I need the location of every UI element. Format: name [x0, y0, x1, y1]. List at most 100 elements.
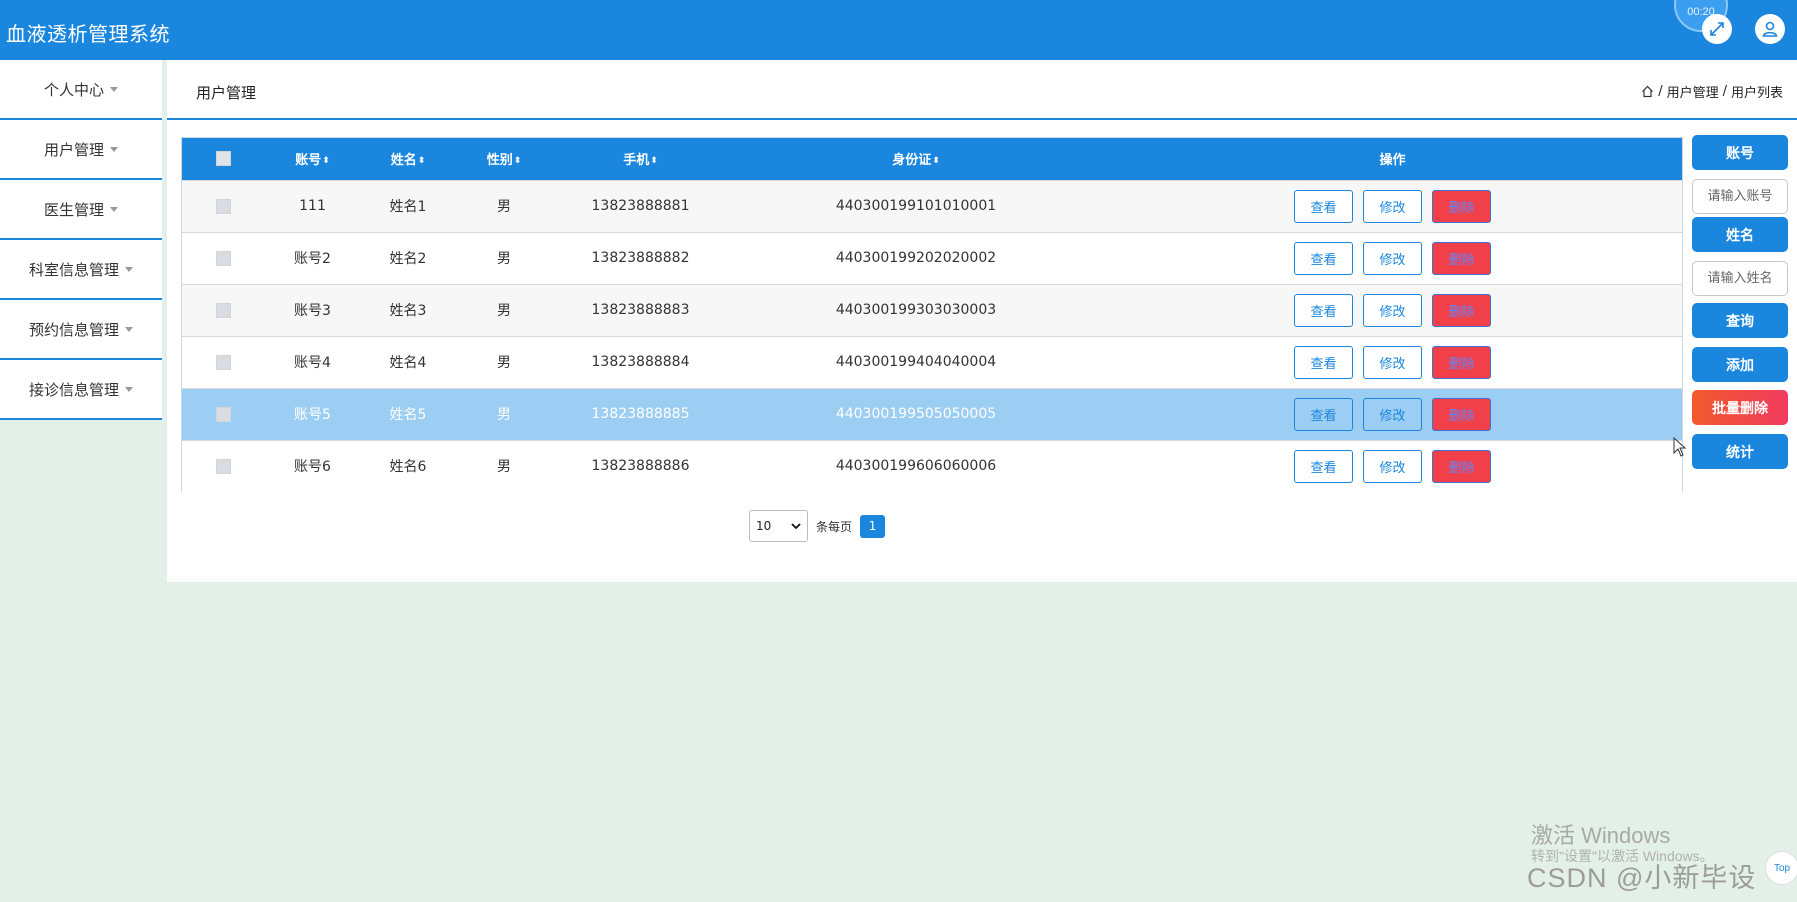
fullscreen-button[interactable] [1702, 14, 1732, 44]
edit-button[interactable]: 修改 [1363, 345, 1422, 379]
breadcrumb-separator: / [1722, 84, 1727, 99]
cell-phone: 13823888882 [591, 250, 690, 266]
delete-button[interactable]: 删除 [1432, 293, 1491, 327]
view-button[interactable]: 查看 [1294, 241, 1353, 275]
page-size-select[interactable]: 10 [749, 510, 808, 542]
view-button[interactable]: 查看 [1294, 293, 1353, 327]
cell-name: 姓名4 [389, 355, 427, 371]
table-row[interactable]: 账号4 姓名4 男 13823888884 440300199404040004… [182, 336, 1682, 388]
view-button[interactable]: 查看 [1294, 449, 1353, 483]
user-icon [1762, 21, 1778, 37]
page-header: 用户管理 / 用户管理 / 用户列表 [167, 60, 1797, 120]
sidebar-item-label: 预约信息管理 [28, 320, 119, 339]
batch-delete-button[interactable]: 批量删除 [1692, 390, 1788, 425]
edit-button[interactable]: 修改 [1363, 293, 1422, 327]
edit-button[interactable]: 修改 [1363, 189, 1422, 223]
query-button[interactable]: 查询 [1692, 303, 1788, 338]
sort-icon[interactable]: ⬍ [932, 156, 940, 166]
cell-account: 账号3 [294, 303, 331, 319]
page-title: 用户管理 [196, 84, 257, 102]
cell-phone: 13823888883 [591, 302, 690, 318]
sidebar-item-label: 医生管理 [43, 200, 104, 219]
delete-button[interactable]: 删除 [1432, 241, 1491, 275]
cell-phone: 13823888881 [591, 198, 690, 214]
delete-button[interactable]: 删除 [1432, 189, 1491, 223]
sidebar-item-label: 个人中心 [43, 80, 104, 99]
name-search-input[interactable] [1692, 261, 1788, 296]
breadcrumb-item: 用户列表 [1730, 86, 1783, 101]
edit-button[interactable]: 修改 [1363, 397, 1422, 431]
edit-button[interactable]: 修改 [1363, 241, 1422, 275]
sort-icon[interactable]: ⬍ [650, 156, 658, 166]
sidebar-item-reception-management[interactable]: 接诊信息管理 [0, 360, 162, 420]
column-header-id-card[interactable]: 身份证⬍ [729, 138, 1103, 180]
cell-id-card: 440300199101010001 [835, 198, 997, 214]
row-checkbox[interactable] [216, 250, 231, 266]
cell-id-card: 440300199505050005 [835, 406, 997, 422]
sidebar-item-personal-center[interactable]: 个人中心 [0, 60, 162, 120]
user-avatar-button[interactable] [1755, 14, 1785, 44]
cell-gender: 男 [497, 407, 511, 423]
row-checkbox[interactable] [216, 302, 231, 318]
sort-icon[interactable]: ⬍ [322, 156, 330, 166]
cell-name: 姓名2 [389, 251, 427, 267]
column-header-gender[interactable]: 性别⬍ [456, 138, 552, 180]
cell-account: 账号2 [294, 251, 331, 267]
name-label-button[interactable]: 姓名 [1692, 217, 1788, 252]
sort-icon[interactable]: ⬍ [514, 156, 522, 166]
column-header-actions: 操作 [1379, 153, 1406, 169]
page-number-button[interactable]: 1 [860, 514, 886, 538]
row-checkbox[interactable] [216, 198, 231, 214]
column-header-name[interactable]: 姓名⬍ [360, 138, 456, 180]
cell-gender: 男 [497, 251, 511, 267]
view-button[interactable]: 查看 [1294, 345, 1353, 379]
table-row[interactable]: 账号5 姓名5 男 13823888885 440300199505050005… [182, 388, 1682, 440]
edit-button[interactable]: 修改 [1363, 449, 1422, 483]
delete-button[interactable]: 删除 [1432, 397, 1491, 431]
sidebar-item-doctor-management[interactable]: 医生管理 [0, 180, 162, 240]
statistics-button[interactable]: 统计 [1692, 434, 1788, 469]
sidebar-item-appointment-management[interactable]: 预约信息管理 [0, 300, 162, 360]
cell-name: 姓名3 [389, 303, 427, 319]
select-all-checkbox[interactable] [216, 151, 231, 167]
breadcrumb-item[interactable]: 用户管理 [1667, 82, 1719, 101]
table-header-row: 账号⬍ 姓名⬍ 性别⬍ 手机⬍ 身份证⬍ 操作 [182, 138, 1682, 180]
view-button[interactable]: 查看 [1294, 397, 1353, 431]
row-checkbox[interactable] [216, 458, 231, 474]
view-button[interactable]: 查看 [1294, 189, 1353, 223]
add-button[interactable]: 添加 [1692, 347, 1788, 382]
table-row[interactable]: 111 姓名1 男 13823888881 440300199101010001… [182, 180, 1682, 232]
cell-phone: 13823888884 [591, 354, 690, 370]
top-bar: 血液透析管理系统 00:20 [0, 0, 1797, 60]
sidebar-item-label: 科室信息管理 [28, 260, 119, 279]
cell-phone: 13823888886 [591, 458, 690, 475]
pagination: 10 条每页 1 [749, 510, 886, 542]
mouse-cursor-icon [1673, 437, 1687, 457]
home-icon[interactable] [1641, 85, 1654, 98]
account-label-button[interactable]: 账号 [1692, 135, 1788, 170]
cell-account: 111 [299, 198, 326, 214]
table-row[interactable]: 账号2 姓名2 男 13823888882 440300199202020002… [182, 232, 1682, 284]
row-checkbox[interactable] [216, 354, 231, 370]
sidebar-item-user-management[interactable]: 用户管理 [0, 120, 162, 180]
cell-name: 姓名6 [389, 459, 427, 476]
cell-account: 账号6 [294, 459, 331, 476]
sidebar: 个人中心 用户管理 医生管理 科室信息管理 预约信息管理 接诊信息管理 [0, 60, 162, 420]
column-header-account[interactable]: 账号⬍ [265, 138, 360, 180]
delete-button[interactable]: 删除 [1432, 345, 1491, 379]
table-row[interactable]: 账号6 姓名6 男 13823888886 440300199606060006… [182, 440, 1682, 492]
sort-icon[interactable]: ⬍ [418, 156, 426, 166]
column-header-phone[interactable]: 手机⬍ [552, 138, 729, 180]
caret-down-icon [110, 86, 118, 92]
caret-down-icon [110, 206, 118, 212]
row-checkbox[interactable] [216, 406, 231, 422]
table-row[interactable]: 账号3 姓名3 男 13823888883 440300199303030003… [182, 284, 1682, 336]
account-search-input[interactable] [1692, 179, 1788, 214]
breadcrumb-separator: / [1658, 84, 1663, 99]
delete-button[interactable]: 删除 [1432, 449, 1491, 483]
back-to-top-button[interactable]: Top [1765, 851, 1797, 885]
cell-gender: 男 [497, 199, 511, 215]
sidebar-item-department-management[interactable]: 科室信息管理 [0, 240, 162, 300]
csdn-watermark: CSDN @小新毕设 [1527, 863, 1757, 893]
cell-id-card: 440300199606060006 [835, 458, 997, 475]
